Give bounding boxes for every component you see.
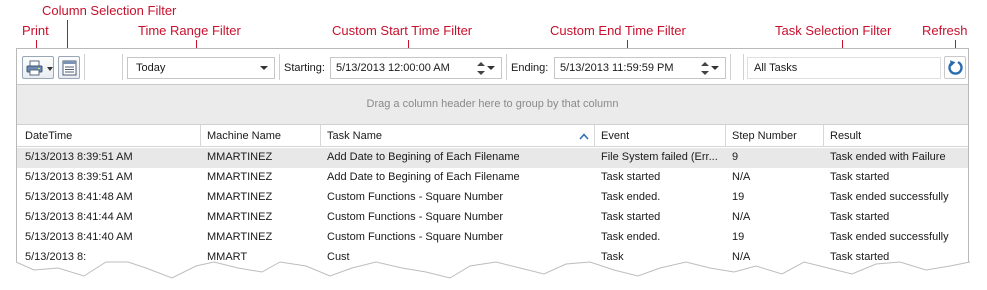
toolbar-separator xyxy=(730,54,731,80)
starting-datetime-value: 5/13/2013 12:00:00 AM xyxy=(336,62,450,74)
cell-task-name: Cust xyxy=(327,251,350,263)
cell-machine-name: MMARTINEZ xyxy=(207,211,273,223)
time-range-value: Today xyxy=(136,62,166,74)
spin-down-icon[interactable] xyxy=(701,71,709,75)
time-range-select[interactable]: Today xyxy=(127,57,275,79)
cell-datetime: 5/13/2013 8:41:48 AM xyxy=(25,191,133,203)
cell-task-name: Add Date to Begining of Each Filename xyxy=(327,151,520,163)
cell-event: Task ended. xyxy=(601,231,661,243)
callout-custom-start: Custom Start Time Filter xyxy=(332,23,473,38)
cell-step-number: 9 xyxy=(732,151,739,163)
cell-datetime: 5/13/2013 8:41:44 AM xyxy=(25,211,133,223)
table-row[interactable]: 5/13/2013 8:41:44 AM MMARTINEZ Custom Fu… xyxy=(17,208,968,228)
cell-step-number: N/A xyxy=(732,211,751,223)
cell-result: Task started xyxy=(830,171,890,183)
callout-refresh: Refresh xyxy=(922,23,968,38)
table-row[interactable]: 5/13/2013 8: MMART Cust Task N/A Task st… xyxy=(17,248,968,268)
cell-task-name: Custom Functions - Square Number xyxy=(327,211,504,223)
cell-result: Task ended successfully xyxy=(830,231,949,243)
toolbar-separator xyxy=(743,54,744,80)
cell-result: Task started xyxy=(830,251,890,263)
toolbar-separator xyxy=(279,54,280,80)
column-header-machine-name[interactable]: Machine Name xyxy=(201,125,321,147)
cell-step-number: 19 xyxy=(732,231,745,243)
column-header-task-name-label: Task Name xyxy=(327,130,383,142)
cell-event: Task started xyxy=(601,211,661,223)
ending-label: Ending: xyxy=(511,62,549,74)
cell-result: Task started xyxy=(830,211,890,223)
cell-task-name: Add Date to Begining of Each Filename xyxy=(327,171,520,183)
cell-result: Task ended with Failure xyxy=(830,151,946,163)
cell-task-name: Custom Functions - Square Number xyxy=(327,231,504,243)
cell-event: Task ended. xyxy=(601,191,661,203)
sort-ascending-icon xyxy=(579,131,589,143)
cell-machine-name: MMART xyxy=(207,251,248,263)
cell-step-number: N/A xyxy=(732,251,751,263)
column-header-datetime[interactable]: DateTime xyxy=(17,125,201,147)
callout-time-range: Time Range Filter xyxy=(138,23,241,38)
callout-custom-end: Custom End Time Filter xyxy=(550,23,686,38)
spin-up-icon[interactable] xyxy=(477,62,485,66)
toolbar-separator xyxy=(84,54,85,80)
starting-datetime-input[interactable]: 5/13/2013 12:00:00 AM xyxy=(330,57,502,79)
starting-label: Starting: xyxy=(284,62,325,74)
printer-icon xyxy=(26,60,43,79)
log-viewer-panel: Today Starting: 5/13/2013 12:00:00 AM En… xyxy=(16,48,969,290)
task-selection-value: All Tasks xyxy=(754,62,798,74)
column-header-event[interactable]: Event xyxy=(595,125,726,147)
table-row[interactable]: 5/13/2013 8:41:48 AM MMARTINEZ Custom Fu… xyxy=(17,188,968,208)
cell-event: Task started xyxy=(601,171,661,183)
filter-toolbar: Today Starting: 5/13/2013 12:00:00 AM En… xyxy=(17,49,968,85)
cell-machine-name: MMARTINEZ xyxy=(207,231,273,243)
toolbar-separator xyxy=(506,54,507,80)
cell-datetime: 5/13/2013 8: xyxy=(25,251,87,263)
cell-machine-name: MMARTINEZ xyxy=(207,171,273,183)
group-by-area[interactable]: Drag a column header here to group by th… xyxy=(17,85,968,125)
callout-task-selection: Task Selection Filter xyxy=(775,23,892,38)
cell-machine-name: MMARTINEZ xyxy=(207,191,273,203)
column-selection-button[interactable] xyxy=(58,56,80,79)
chevron-down-icon xyxy=(260,66,268,70)
column-header-step-number[interactable]: Step Number xyxy=(726,125,824,147)
cell-machine-name: MMARTINEZ xyxy=(207,151,273,163)
column-list-icon xyxy=(62,60,77,79)
cell-step-number: N/A xyxy=(732,171,751,183)
task-selection-select[interactable]: All Tasks xyxy=(747,57,941,79)
table-row[interactable]: 5/13/2013 8:41:40 AM MMARTINEZ Custom Fu… xyxy=(17,228,968,248)
table-row[interactable]: 5/13/2013 8:39:51 AM MMARTINEZ Add Date … xyxy=(17,168,968,188)
refresh-button[interactable] xyxy=(944,56,966,79)
cell-datetime: 5/13/2013 8:41:40 AM xyxy=(25,231,133,243)
chevron-down-icon[interactable] xyxy=(487,66,495,70)
column-header-result[interactable]: Result xyxy=(824,125,968,147)
grid-header: DateTime Machine Name Task Name Event St… xyxy=(17,125,968,147)
print-button[interactable] xyxy=(22,56,54,79)
cell-datetime: 5/13/2013 8:39:51 AM xyxy=(25,171,133,183)
cell-event: Task xyxy=(601,251,624,263)
refresh-icon xyxy=(947,59,964,79)
callout-column-selection: Column Selection Filter xyxy=(42,3,177,18)
chevron-down-icon[interactable] xyxy=(711,66,719,70)
toolbar-separator xyxy=(122,54,123,80)
group-by-hint: Drag a column header here to group by th… xyxy=(366,98,619,110)
callout-print: Print xyxy=(22,23,49,38)
spin-down-icon[interactable] xyxy=(477,71,485,75)
cell-result: Task ended successfully xyxy=(830,191,949,203)
cell-task-name: Custom Functions - Square Number xyxy=(327,191,504,203)
cell-step-number: 19 xyxy=(732,191,745,203)
spin-up-icon[interactable] xyxy=(701,62,709,66)
ending-datetime-input[interactable]: 5/13/2013 11:59:59 PM xyxy=(554,57,726,79)
ending-datetime-value: 5/13/2013 11:59:59 PM xyxy=(560,62,674,74)
cell-datetime: 5/13/2013 8:39:51 AM xyxy=(25,151,133,163)
column-header-task-name[interactable]: Task Name xyxy=(321,125,595,147)
print-dropdown-icon[interactable] xyxy=(47,67,53,71)
cell-event: File System failed (Err... xyxy=(601,151,718,163)
table-row[interactable]: 5/13/2013 8:39:51 AM MMARTINEZ Add Date … xyxy=(17,148,968,168)
